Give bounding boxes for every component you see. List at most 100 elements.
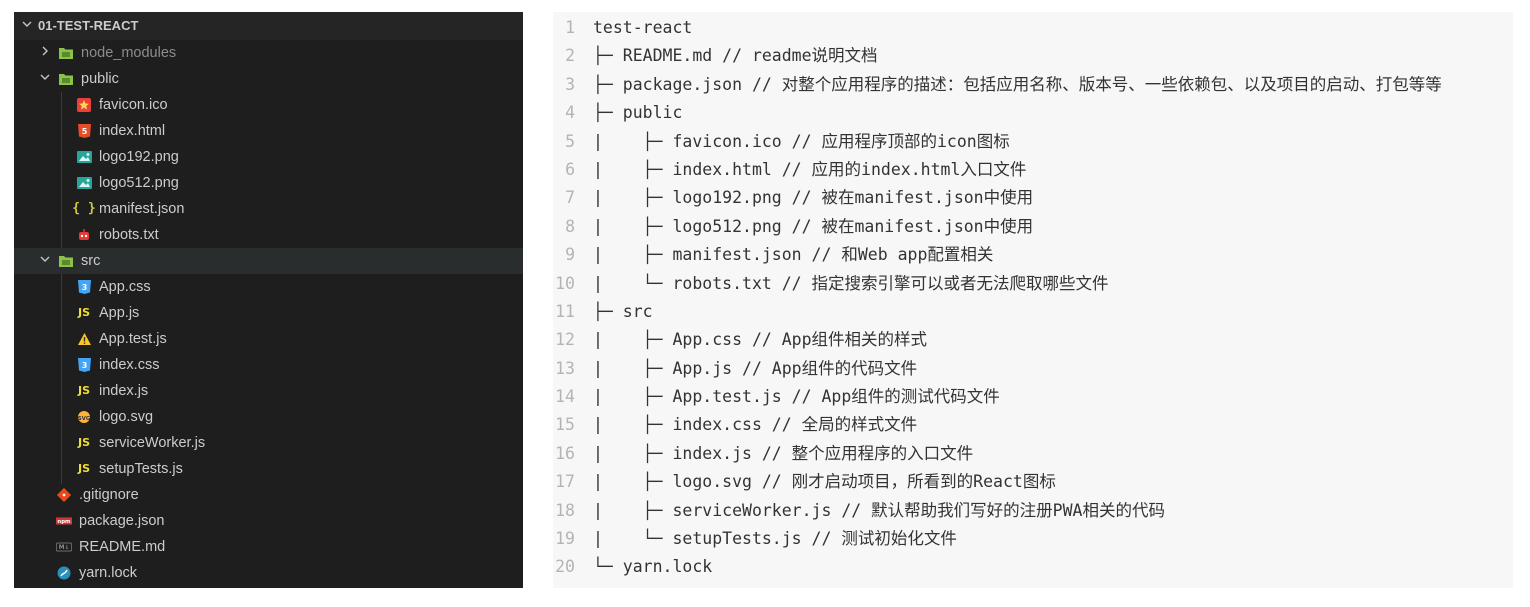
tree-file-index-js[interactable]: JS index.js	[14, 378, 523, 404]
tree-folder-node-modules[interactable]: node_modules	[14, 40, 523, 66]
line-number: 17	[555, 472, 575, 492]
line-number: 11	[555, 301, 575, 321]
code-text: | └─ setupTests.js // 测试初始化文件	[593, 529, 957, 549]
tree-item-label: logo.svg	[99, 409, 154, 425]
tree-item-label: package.json	[79, 513, 165, 529]
code-text: | ├─ index.js // 整个应用程序的入口文件	[593, 443, 974, 463]
code-text: | ├─ logo.svg // 刚才启动项目，所看到的React图标	[593, 472, 1056, 492]
code-line: 17 | ├─ logo.svg // 刚才启动项目，所看到的React图标	[553, 468, 1513, 496]
code-text: | ├─ manifest.json // 和Web app配置相关	[593, 245, 994, 265]
javascript-file-icon: JS	[77, 384, 90, 397]
tree-item-label: index.css	[99, 357, 160, 373]
html-file-icon: 5	[76, 123, 92, 139]
javascript-file-icon: JS	[77, 462, 90, 475]
tree-file-logo512-png[interactable]: logo512.png	[14, 170, 523, 196]
directory-structure-text: 1 test-react 2 ├─ README.md // readme说明文档 3 ├…	[553, 12, 1513, 588]
line-number: 12	[555, 330, 575, 350]
tree-file-logo192-png[interactable]: logo192.png	[14, 144, 523, 170]
tree-file-app-js[interactable]: JS App.js	[14, 300, 523, 326]
tree-item-label: setupTests.js	[99, 461, 183, 477]
code-text: | ├─ App.test.js // App组件的测试代码文件	[593, 387, 1000, 407]
code-text: | ├─ index.html // 应用的index.html入口文件	[593, 159, 1027, 179]
svg-text:SVG: SVG	[78, 416, 91, 422]
tree-item-label: src	[81, 253, 101, 269]
line-number: 8	[565, 216, 575, 236]
code-text: | ├─ App.js // App组件的代码文件	[593, 358, 918, 378]
code-line: 18 | ├─ serviceWorker.js // 默认帮助我们写好的注册PW…	[553, 497, 1513, 525]
tree-file-readme-md[interactable]: M↓ README.md	[14, 534, 523, 560]
tree-file-app-test-js[interactable]: App.test.js	[14, 326, 523, 352]
line-number: 1	[565, 18, 575, 37]
tree-file-app-css[interactable]: 3 App.css	[14, 274, 523, 300]
explorer-root-label: 01-TEST-REACT	[38, 18, 139, 33]
tree-folder-src[interactable]: src	[14, 248, 523, 274]
tree-file--gitignore[interactable]: .gitignore	[14, 482, 523, 508]
line-number: 3	[565, 74, 575, 94]
git-file-icon	[56, 487, 72, 503]
robots-file-icon	[76, 227, 92, 243]
tree-item-label: favicon.ico	[99, 97, 168, 113]
tree-item-label: logo512.png	[99, 175, 179, 191]
tree-item-label: index.js	[99, 383, 149, 399]
tree-file-index-css[interactable]: 3 index.css	[14, 352, 523, 378]
explorer-root-header[interactable]: 01-TEST-REACT	[14, 12, 523, 40]
line-number: 18	[555, 500, 575, 520]
chevron-right-icon	[38, 40, 52, 66]
code-line: 19 | └─ setupTests.js // 测试初始化文件	[553, 525, 1513, 553]
tree-item-label: node_modules	[81, 45, 177, 61]
code-line: 4 ├─ public	[553, 99, 1513, 127]
line-number: 20	[555, 557, 575, 577]
image-file-icon	[76, 149, 92, 165]
line-number: 13	[555, 358, 575, 378]
chevron-down-icon	[38, 66, 52, 92]
tree-item-label: index.html	[99, 123, 166, 139]
tree-item-label: README.md	[79, 539, 166, 555]
tree-file-favicon-ico[interactable]: favicon.ico	[14, 92, 523, 118]
code-lines: 1 test-react 2 ├─ README.md // readme说明文档 3 ├…	[553, 12, 1513, 582]
code-line: 11 ├─ src	[553, 298, 1513, 326]
code-line: 16 | ├─ index.js // 整个应用程序的入口文件	[553, 440, 1513, 468]
tree-item-label: yarn.lock	[79, 565, 138, 581]
line-number: 4	[565, 103, 575, 123]
svg-text:3: 3	[81, 283, 87, 292]
file-tree: node_modulespublic favicon.ico 5 index.html…	[14, 40, 523, 586]
test-file-icon	[76, 331, 92, 347]
tree-item-label: public	[81, 71, 119, 87]
folder-icon	[58, 71, 74, 87]
code-line: 15 | ├─ index.css // 全局的样式文件	[553, 411, 1513, 439]
code-line: 13 | ├─ App.js // App组件的代码文件	[553, 355, 1513, 383]
indent-guide	[61, 274, 62, 484]
code-line: 14 | ├─ App.test.js // App组件的测试代码文件	[553, 383, 1513, 411]
line-number: 10	[555, 273, 575, 293]
code-text: ├─ README.md // readme说明文档	[593, 46, 878, 66]
code-line: 7 | ├─ logo192.png // 被在manifest.json中使用	[553, 184, 1513, 212]
tree-folder-public[interactable]: public	[14, 66, 523, 92]
indent-guide	[61, 92, 62, 248]
code-text: | ├─ logo192.png // 被在manifest.json中使用	[593, 188, 1034, 208]
javascript-file-icon: JS	[77, 436, 90, 449]
svg-text:5: 5	[81, 127, 87, 136]
tree-file-manifest-json[interactable]: { } manifest.json	[14, 196, 523, 222]
code-line: 3 ├─ package.json // 对整个应用程序的描述：包括应用名称、版本…	[553, 71, 1513, 99]
yarn-file-icon	[56, 565, 72, 581]
tree-file-robots-txt[interactable]: robots.txt	[14, 222, 523, 248]
tree-file-package-json[interactable]: npm package.json	[14, 508, 523, 534]
code-line: 2 ├─ README.md // readme说明文档	[553, 42, 1513, 70]
tree-file-index-html[interactable]: 5 index.html	[14, 118, 523, 144]
line-number: 9	[565, 245, 575, 265]
npm-package-icon: npm	[56, 513, 72, 529]
file-explorer: 01-TEST-REACT node_modulespublic favicon.…	[14, 12, 523, 588]
code-text: | ├─ index.css // 全局的样式文件	[593, 415, 918, 435]
tree-file-logo-svg[interactable]: SVG logo.svg	[14, 404, 523, 430]
folder-icon	[58, 45, 74, 61]
svg-file-icon: SVG	[76, 409, 92, 425]
code-text: | ├─ logo512.png // 被在manifest.json中使用	[593, 216, 1034, 236]
chevron-down-icon	[38, 248, 52, 274]
tree-item-label: serviceWorker.js	[99, 435, 206, 451]
line-number: 16	[555, 443, 575, 463]
tree-file-yarn-lock[interactable]: yarn.lock	[14, 560, 523, 586]
code-line: 1 test-react	[553, 14, 1513, 42]
tree-file-serviceworker-js[interactable]: JS serviceWorker.js	[14, 430, 523, 456]
tree-file-setuptests-js[interactable]: JS setupTests.js	[14, 456, 523, 482]
tree-item-label: App.js	[99, 305, 140, 321]
